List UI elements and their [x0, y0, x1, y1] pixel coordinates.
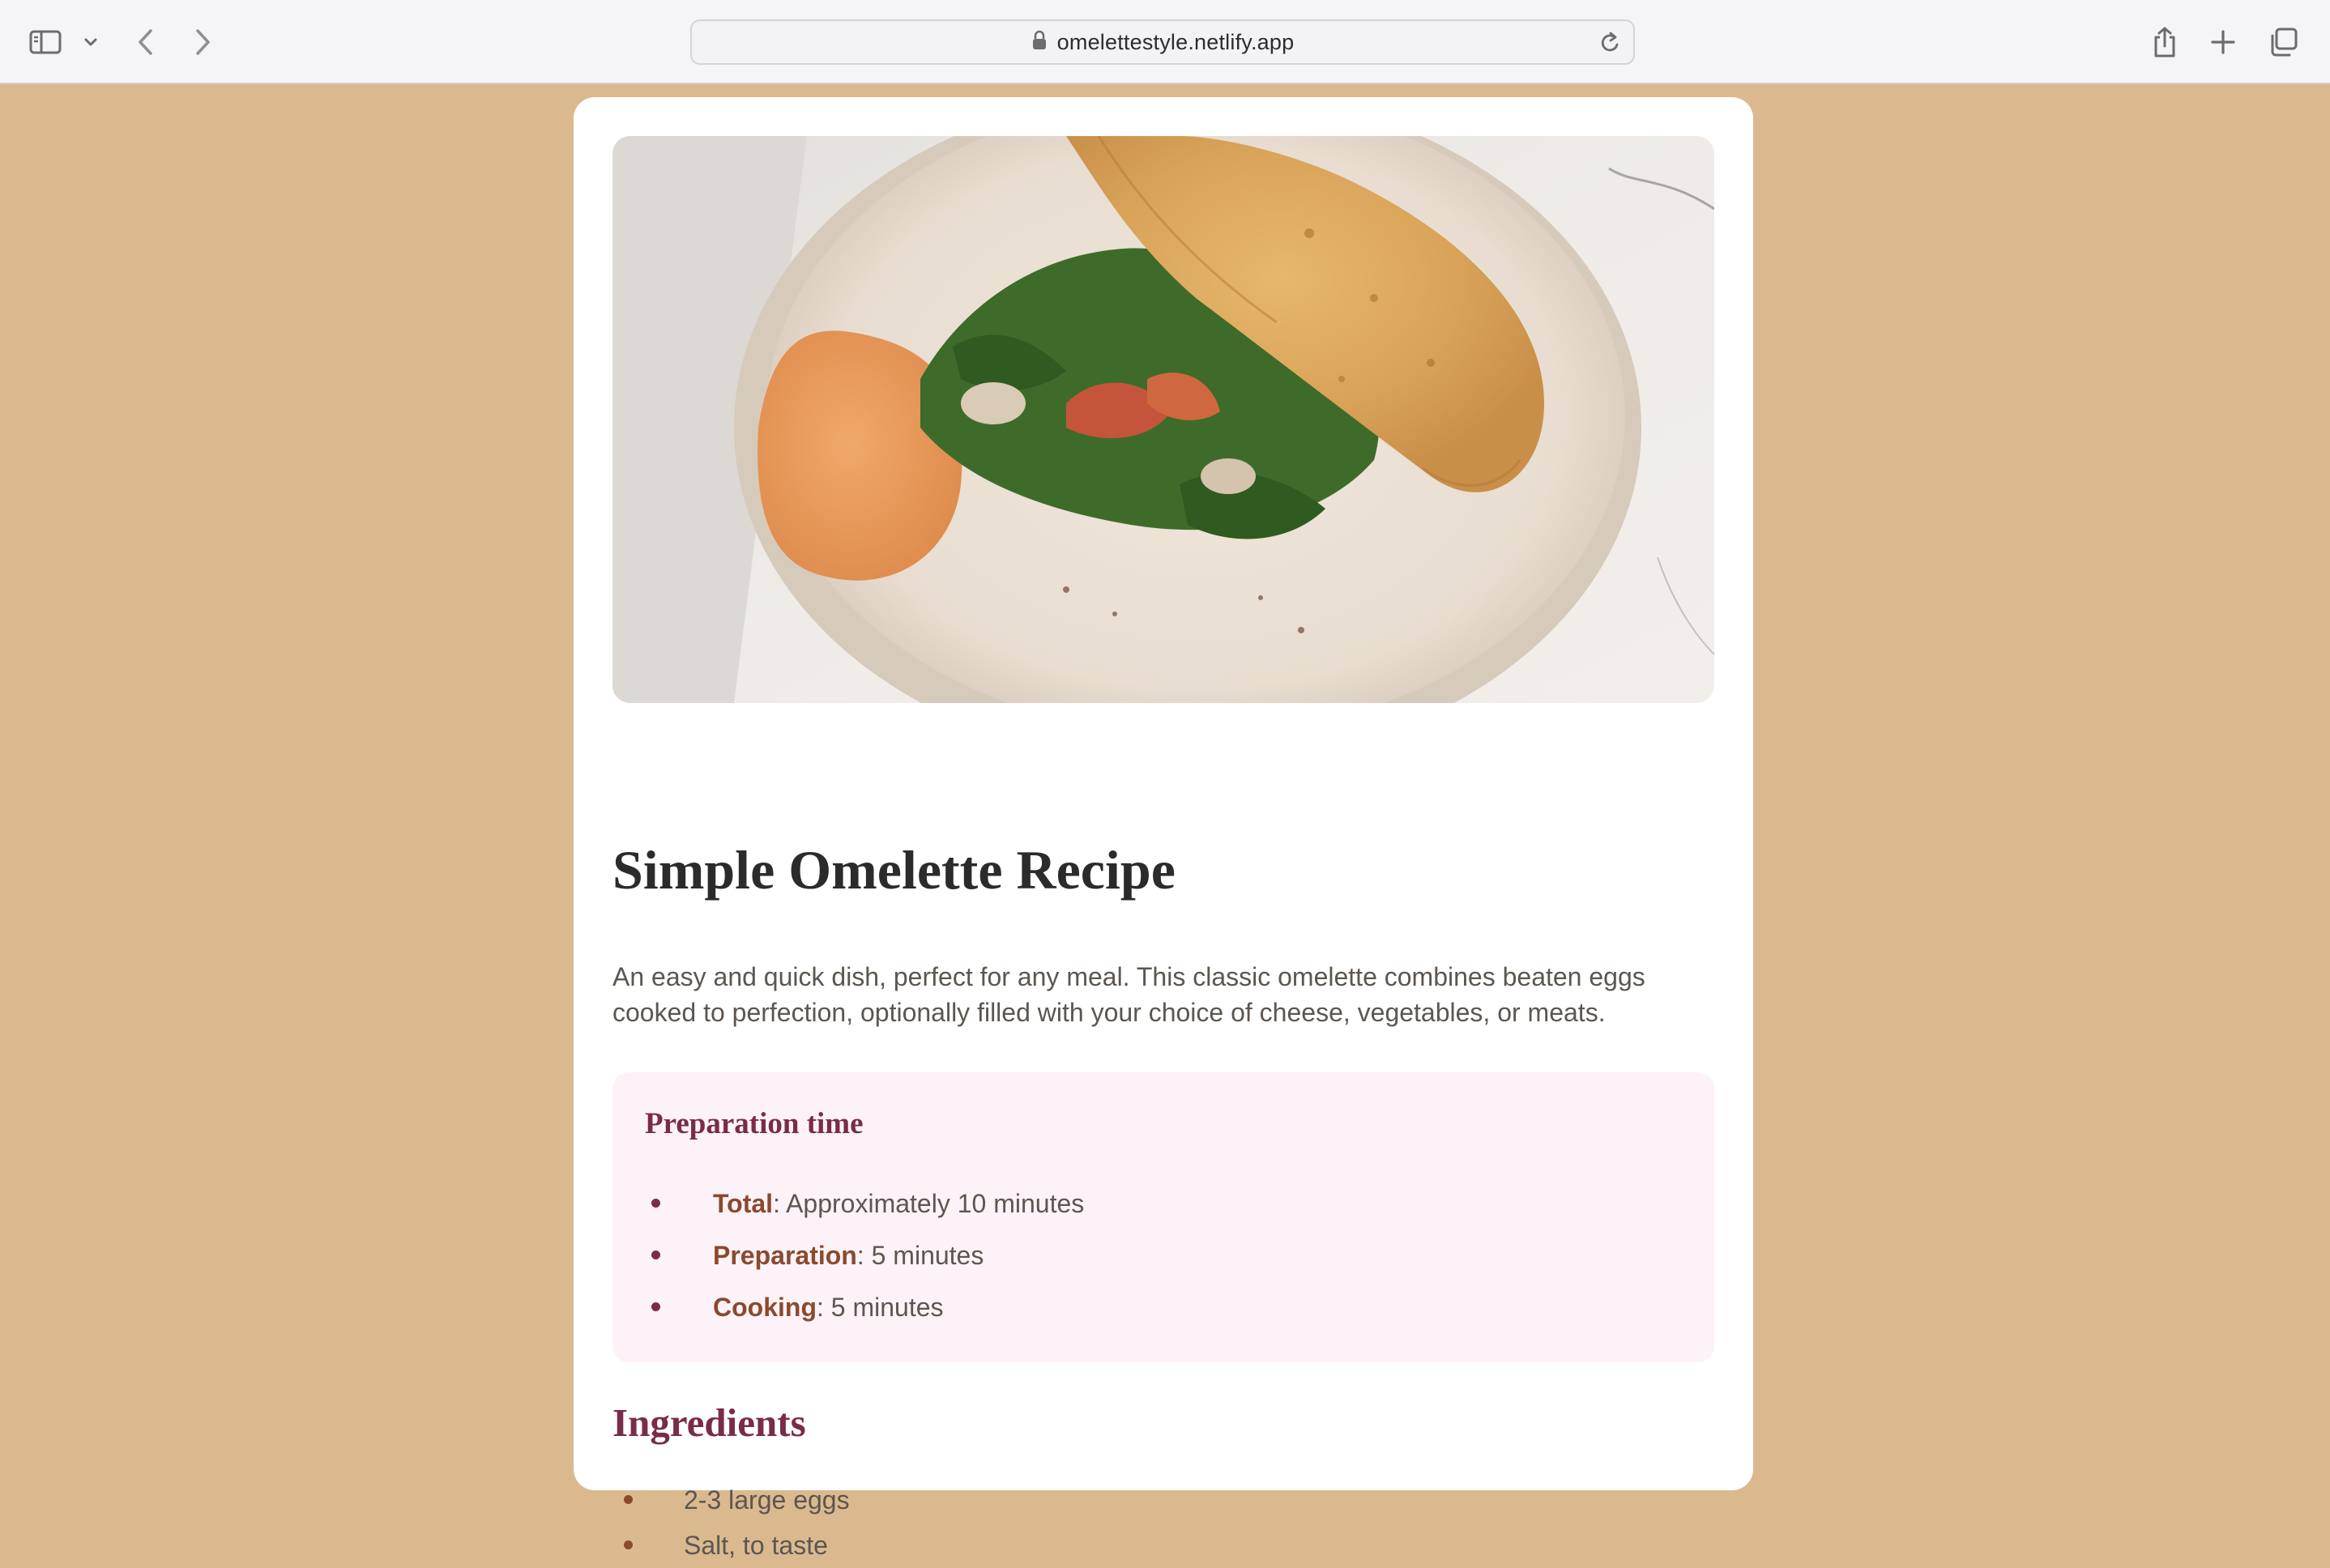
sidebar-icon[interactable]: [28, 24, 63, 60]
bullet-icon: [651, 1302, 660, 1311]
chevron-down-icon[interactable]: [81, 32, 100, 52]
lock-icon: [1031, 30, 1048, 55]
list-item: Preparation: 5 minutes: [645, 1229, 1084, 1281]
url-text: omelettestyle.netlify.app: [1056, 29, 1295, 54]
list-item: Cooking: 5 minutes: [645, 1281, 1084, 1333]
list-item: Total: Approximately 10 minutes: [645, 1178, 1084, 1229]
reload-icon[interactable]: [1599, 31, 1622, 59]
prep-label: Cooking: [713, 1293, 817, 1322]
recipe-title: Simple Omelette Recipe: [612, 839, 1176, 901]
ingredients-title: Ingredients: [612, 1400, 806, 1445]
list-item: Salt, to taste: [612, 1523, 850, 1568]
prep-label: Preparation: [713, 1241, 857, 1270]
bullet-icon: [624, 1495, 633, 1504]
recipe-intro: An easy and quick dish, perfect for any …: [612, 962, 1645, 1027]
recipe-card: Simple Omelette Recipe An easy and quick…: [574, 97, 1753, 1560]
bullet-icon: [624, 1540, 633, 1549]
omelette-photo: [612, 136, 1714, 703]
tabs-icon[interactable]: [2265, 24, 2301, 60]
bullet-icon: [651, 1251, 660, 1259]
bullet-icon: [651, 1199, 660, 1208]
forward-icon[interactable]: [188, 24, 217, 60]
ingredients-list: 2-3 large eggs Salt, to taste: [612, 1477, 850, 1568]
prep-label: Total: [713, 1189, 774, 1218]
prep-value: : 5 minutes: [816, 1293, 944, 1322]
prep-value: : Approximately 10 minutes: [773, 1189, 1085, 1218]
share-icon[interactable]: [2147, 23, 2183, 62]
prep-value: : 5 minutes: [856, 1241, 984, 1270]
ingredient-text: 2-3 large eggs: [684, 1485, 850, 1515]
ingredient-text: Salt, to taste: [684, 1531, 828, 1560]
preparation-list: Total: Approximately 10 minutes Preparat…: [645, 1178, 1084, 1333]
back-icon[interactable]: [131, 24, 160, 60]
preparation-title: Preparation time: [645, 1107, 864, 1140]
browser-toolbar: omelettestyle.netlify.app: [0, 0, 2330, 84]
list-item: 2-3 large eggs: [612, 1477, 850, 1523]
preparation-time-box: Preparation time Total: Approximately 10…: [612, 1072, 1714, 1362]
address-bar[interactable]: omelettestyle.netlify.app: [690, 19, 1635, 65]
plus-icon[interactable]: [2205, 24, 2241, 60]
